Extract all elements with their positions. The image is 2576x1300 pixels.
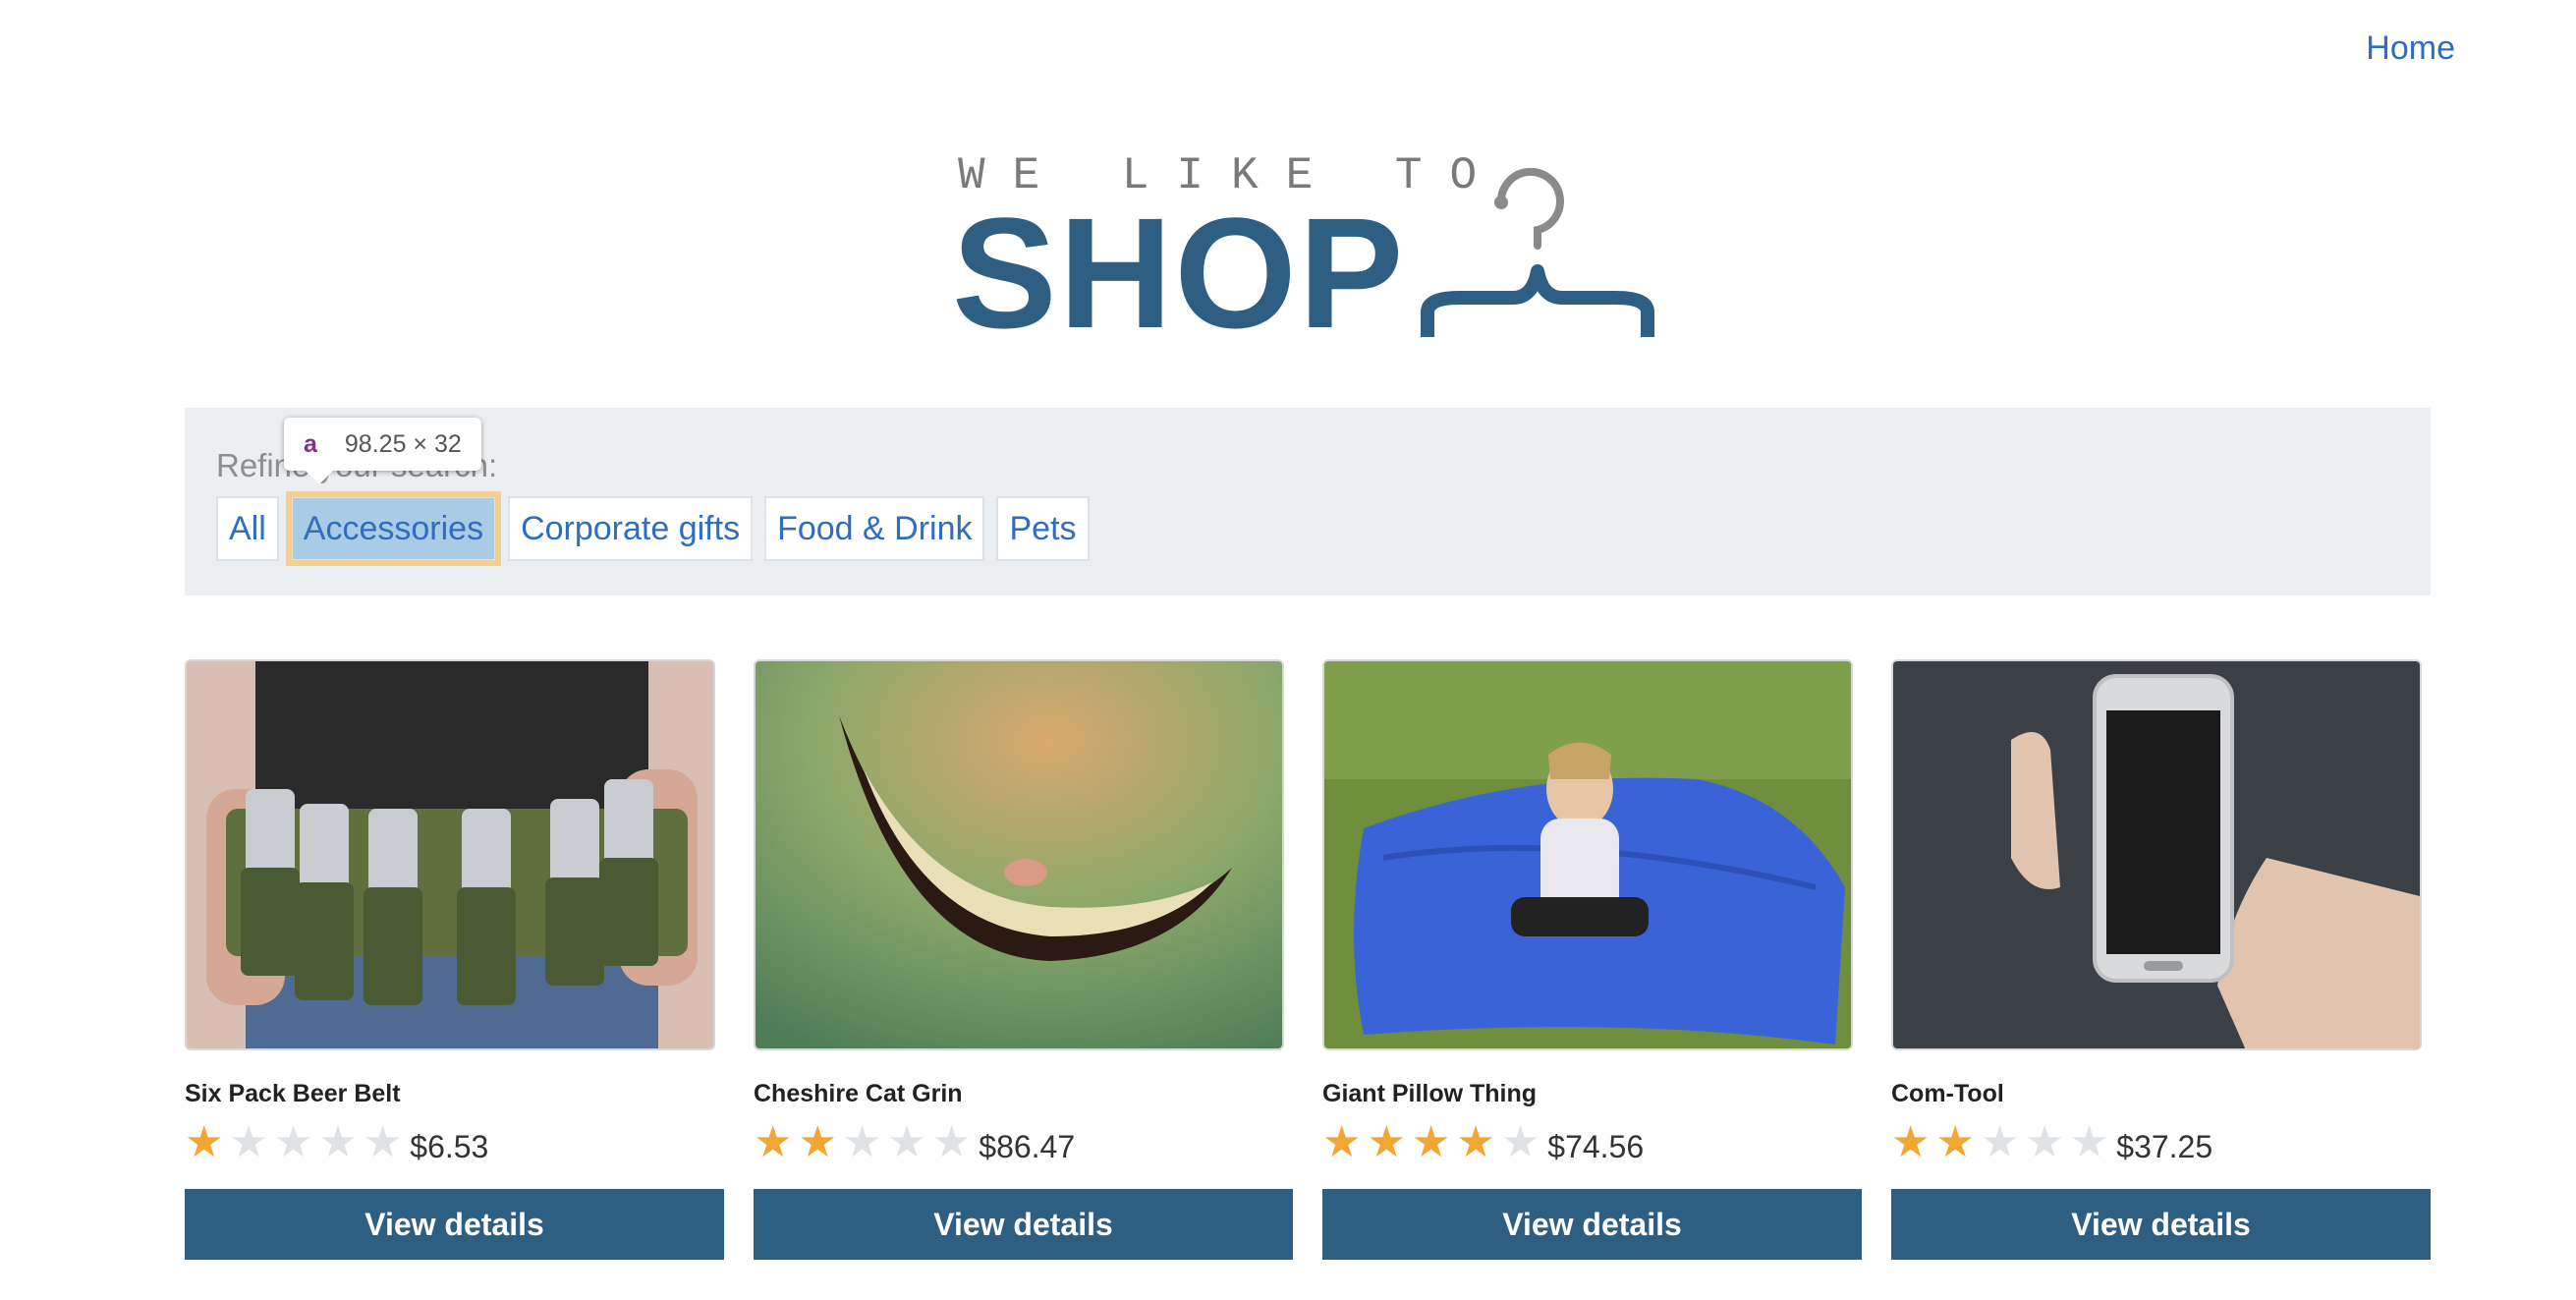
filter-tab-accessories[interactable]: Accessories	[285, 491, 502, 566]
star-filled-icon: ★	[185, 1118, 224, 1166]
product-name[interactable]: Cheshire Cat Grin	[754, 1080, 1293, 1108]
product-image-beer-belt[interactable]	[185, 659, 715, 1050]
home-link[interactable]: Home	[2366, 29, 2455, 67]
star-filled-icon: ★	[798, 1118, 837, 1166]
view-details-button[interactable]: View details	[185, 1189, 724, 1260]
product-price: $74.56	[1547, 1128, 1645, 1164]
star-empty-icon: ★	[2025, 1118, 2064, 1166]
view-details-button[interactable]: View details	[754, 1189, 1293, 1260]
star-filled-icon: ★	[754, 1118, 793, 1166]
star-empty-icon: ★	[363, 1118, 403, 1166]
star-empty-icon: ★	[931, 1118, 972, 1166]
filter-tab-corporate-gifts[interactable]: Corporate gifts	[508, 496, 754, 561]
site-logo[interactable]: WE LIKE TO SHOP	[952, 147, 1665, 354]
star-filled-icon: ★	[1367, 1118, 1406, 1166]
rating-row: ★ ★ ★ ★ ★ $86.47	[754, 1118, 1293, 1167]
top-nav: Home	[2366, 29, 2455, 68]
star-empty-icon: ★	[1980, 1118, 2020, 1166]
star-rating: ★ ★ ★ ★ ★	[1322, 1121, 1540, 1164]
product-card: Com-Tool ★ ★ ★ ★ ★ $37.25 View details	[1891, 659, 2431, 1260]
star-empty-icon: ★	[887, 1118, 926, 1166]
product-card: Six Pack Beer Belt ★ ★ ★ ★ ★ $6.53 View deta…	[185, 659, 724, 1260]
star-filled-icon: ★	[1322, 1118, 1362, 1166]
star-empty-icon: ★	[2069, 1118, 2109, 1166]
tooltip-size: 98.25 × 32	[344, 429, 462, 458]
star-empty-icon: ★	[842, 1118, 882, 1166]
star-filled-icon: ★	[1935, 1118, 1975, 1166]
star-empty-icon: ★	[318, 1118, 358, 1166]
product-price: $86.47	[979, 1128, 1076, 1164]
star-empty-icon: ★	[273, 1118, 313, 1166]
view-details-button[interactable]: View details	[1891, 1189, 2431, 1260]
devtools-inspect-tooltip: a 98.25 × 32	[284, 418, 481, 484]
hanger-icon	[1421, 167, 1654, 337]
product-grid: Six Pack Beer Belt ★ ★ ★ ★ ★ $6.53 View deta…	[185, 659, 2431, 1260]
star-filled-icon: ★	[1411, 1118, 1451, 1166]
filter-tab-food-drink[interactable]: Food & Drink	[764, 496, 985, 561]
product-image-com-tool[interactable]	[1891, 659, 2422, 1050]
star-rating: ★ ★ ★ ★ ★	[185, 1121, 402, 1164]
product-price: $6.53	[410, 1128, 489, 1164]
product-price: $37.25	[2116, 1128, 2213, 1164]
tooltip-tag: a	[304, 429, 317, 458]
star-rating: ★ ★ ★ ★ ★	[754, 1121, 971, 1164]
filter-tab-pets[interactable]: Pets	[996, 496, 1090, 561]
filter-tabs: All Accessories Corporate gifts Food & D…	[216, 491, 1090, 566]
logo-word: SHOP	[952, 185, 1406, 361]
product-name[interactable]: Com-Tool	[1891, 1080, 2431, 1108]
rating-row: ★ ★ ★ ★ ★ $6.53	[185, 1118, 724, 1167]
star-rating: ★ ★ ★ ★ ★	[1891, 1121, 2108, 1164]
product-image-cheshire-cat[interactable]	[754, 659, 1284, 1050]
filter-panel: Refine your search: All Accessories Corp…	[185, 408, 2431, 595]
rating-row: ★ ★ ★ ★ ★ $37.25	[1891, 1118, 2431, 1167]
filter-tab-all[interactable]: All	[216, 496, 279, 561]
star-filled-icon: ★	[1456, 1118, 1495, 1166]
product-card: Giant Pillow Thing ★ ★ ★ ★ ★ $74.56 View det…	[1322, 659, 1862, 1260]
product-name[interactable]: Six Pack Beer Belt	[185, 1080, 724, 1108]
rating-row: ★ ★ ★ ★ ★ $74.56	[1322, 1118, 1862, 1167]
product-card: Cheshire Cat Grin ★ ★ ★ ★ ★ $86.47 View deta…	[754, 659, 1293, 1260]
star-empty-icon: ★	[229, 1118, 268, 1166]
star-filled-icon: ★	[1891, 1118, 1931, 1166]
product-image-giant-pillow[interactable]	[1322, 659, 1853, 1050]
view-details-button[interactable]: View details	[1322, 1189, 1862, 1260]
product-name[interactable]: Giant Pillow Thing	[1322, 1080, 1862, 1108]
star-empty-icon: ★	[1500, 1118, 1540, 1166]
